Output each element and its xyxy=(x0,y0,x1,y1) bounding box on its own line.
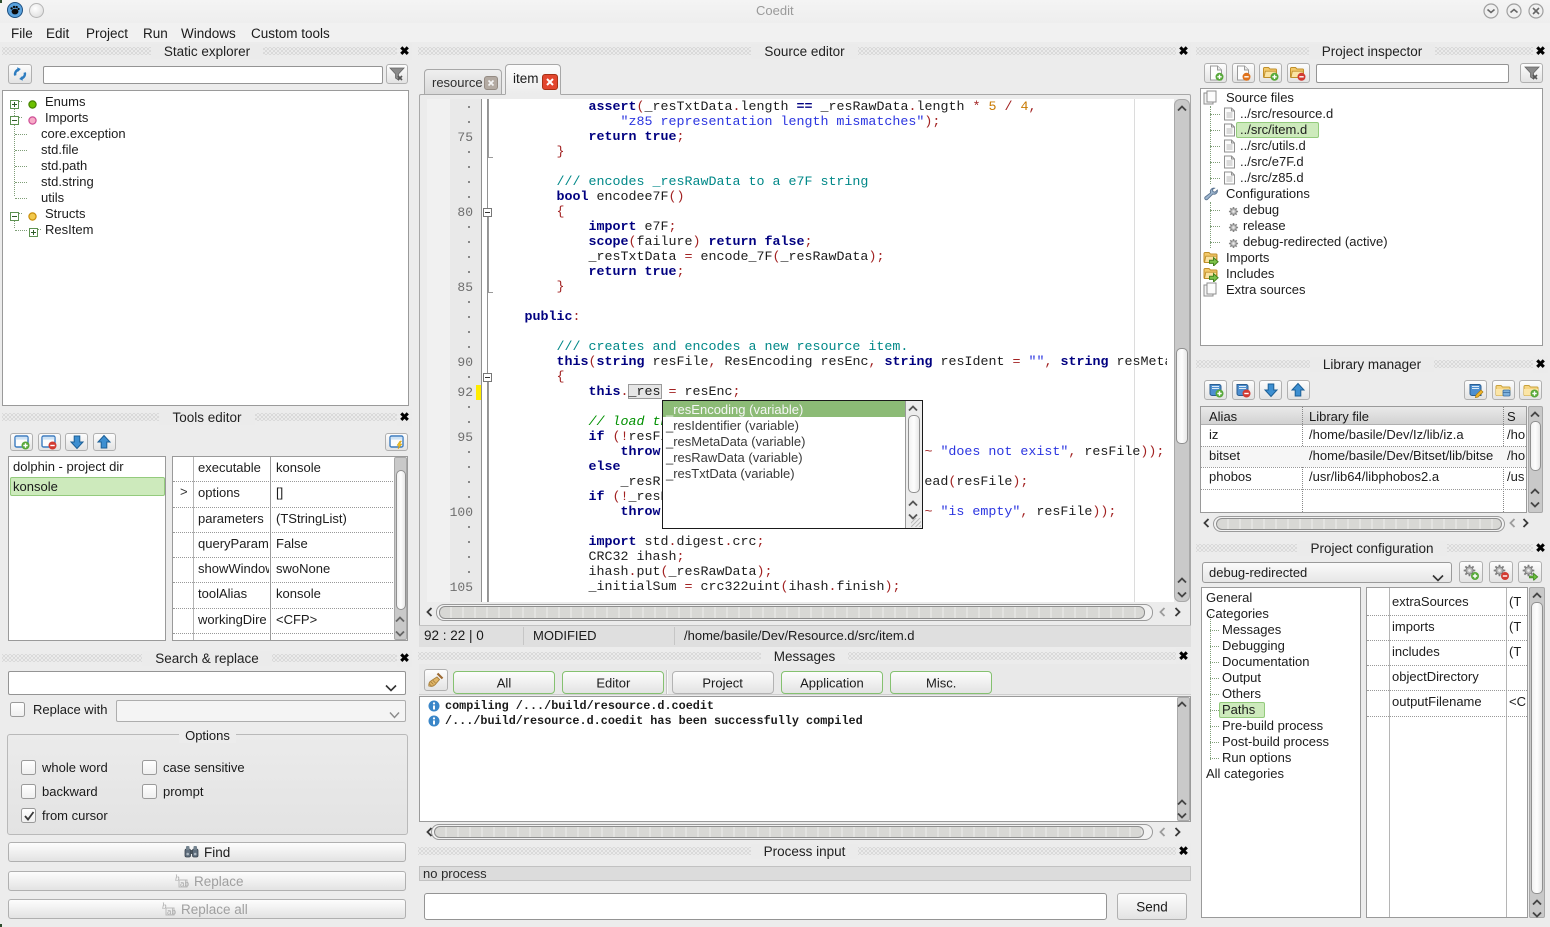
svg-text:ab: ab xyxy=(167,908,176,917)
svg-text:ab: ab xyxy=(180,880,189,889)
